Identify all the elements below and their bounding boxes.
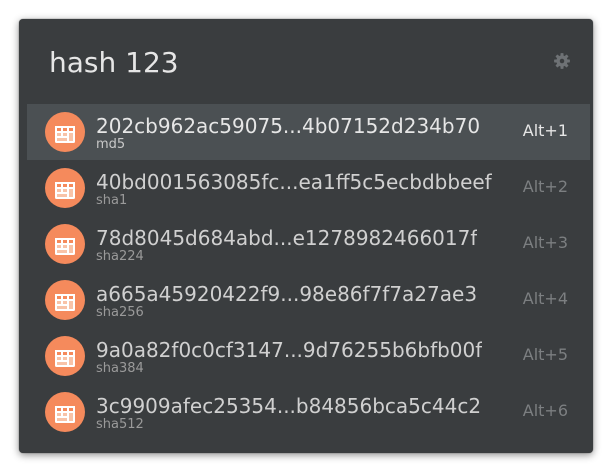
hash-value: 3c9909afec25354...b84856bca5c44c2 bbox=[96, 394, 482, 418]
hash-value: a665a45920422f9...98e86f7f7a27ae3 bbox=[96, 282, 478, 306]
calculator-icon bbox=[45, 280, 85, 320]
launcher-window: 202cb962ac59075...4b07152d234b70 md5 Alt… bbox=[19, 19, 593, 453]
algorithm-label: sha384 bbox=[96, 361, 144, 376]
result-item[interactable]: 40bd001563085fc...ea1ff5c5ecbdbbeef sha1… bbox=[27, 160, 590, 216]
algorithm-label: sha512 bbox=[96, 417, 144, 432]
hash-value: 202cb962ac59075...4b07152d234b70 bbox=[96, 114, 481, 138]
result-item[interactable]: 202cb962ac59075...4b07152d234b70 md5 Alt… bbox=[27, 104, 590, 160]
calculator-icon bbox=[45, 112, 85, 152]
calculator-icon bbox=[45, 168, 85, 208]
hash-value: 9a0a82f0c0cf3147...9d76255b6bfb00f bbox=[96, 338, 483, 362]
shortcut-hint: Alt+2 bbox=[522, 177, 568, 196]
shortcut-hint: Alt+6 bbox=[522, 401, 568, 420]
algorithm-label: md5 bbox=[96, 137, 126, 152]
calculator-icon bbox=[45, 336, 85, 376]
shortcut-hint: Alt+1 bbox=[522, 121, 568, 140]
result-item[interactable]: 78d8045d684abd...e1278982466017f sha224 … bbox=[27, 216, 590, 272]
shortcut-hint: Alt+3 bbox=[522, 233, 568, 252]
hash-value: 78d8045d684abd...e1278982466017f bbox=[96, 226, 478, 250]
result-item[interactable]: 9a0a82f0c0cf3147...9d76255b6bfb00f sha38… bbox=[27, 328, 590, 384]
search-input[interactable] bbox=[49, 43, 509, 83]
result-item[interactable]: 3c9909afec25354...b84856bca5c44c2 sha512… bbox=[27, 384, 590, 440]
gear-icon[interactable] bbox=[553, 52, 571, 70]
calculator-icon bbox=[45, 392, 85, 432]
results-list: 202cb962ac59075...4b07152d234b70 md5 Alt… bbox=[27, 104, 590, 440]
result-item[interactable]: a665a45920422f9...98e86f7f7a27ae3 sha256… bbox=[27, 272, 590, 328]
algorithm-label: sha1 bbox=[96, 193, 128, 208]
calculator-icon bbox=[45, 224, 85, 264]
algorithm-label: sha224 bbox=[96, 249, 144, 264]
hash-value: 40bd001563085fc...ea1ff5c5ecbdbbeef bbox=[96, 170, 492, 194]
algorithm-label: sha256 bbox=[96, 305, 144, 320]
shortcut-hint: Alt+5 bbox=[522, 345, 568, 364]
shortcut-hint: Alt+4 bbox=[522, 289, 568, 308]
